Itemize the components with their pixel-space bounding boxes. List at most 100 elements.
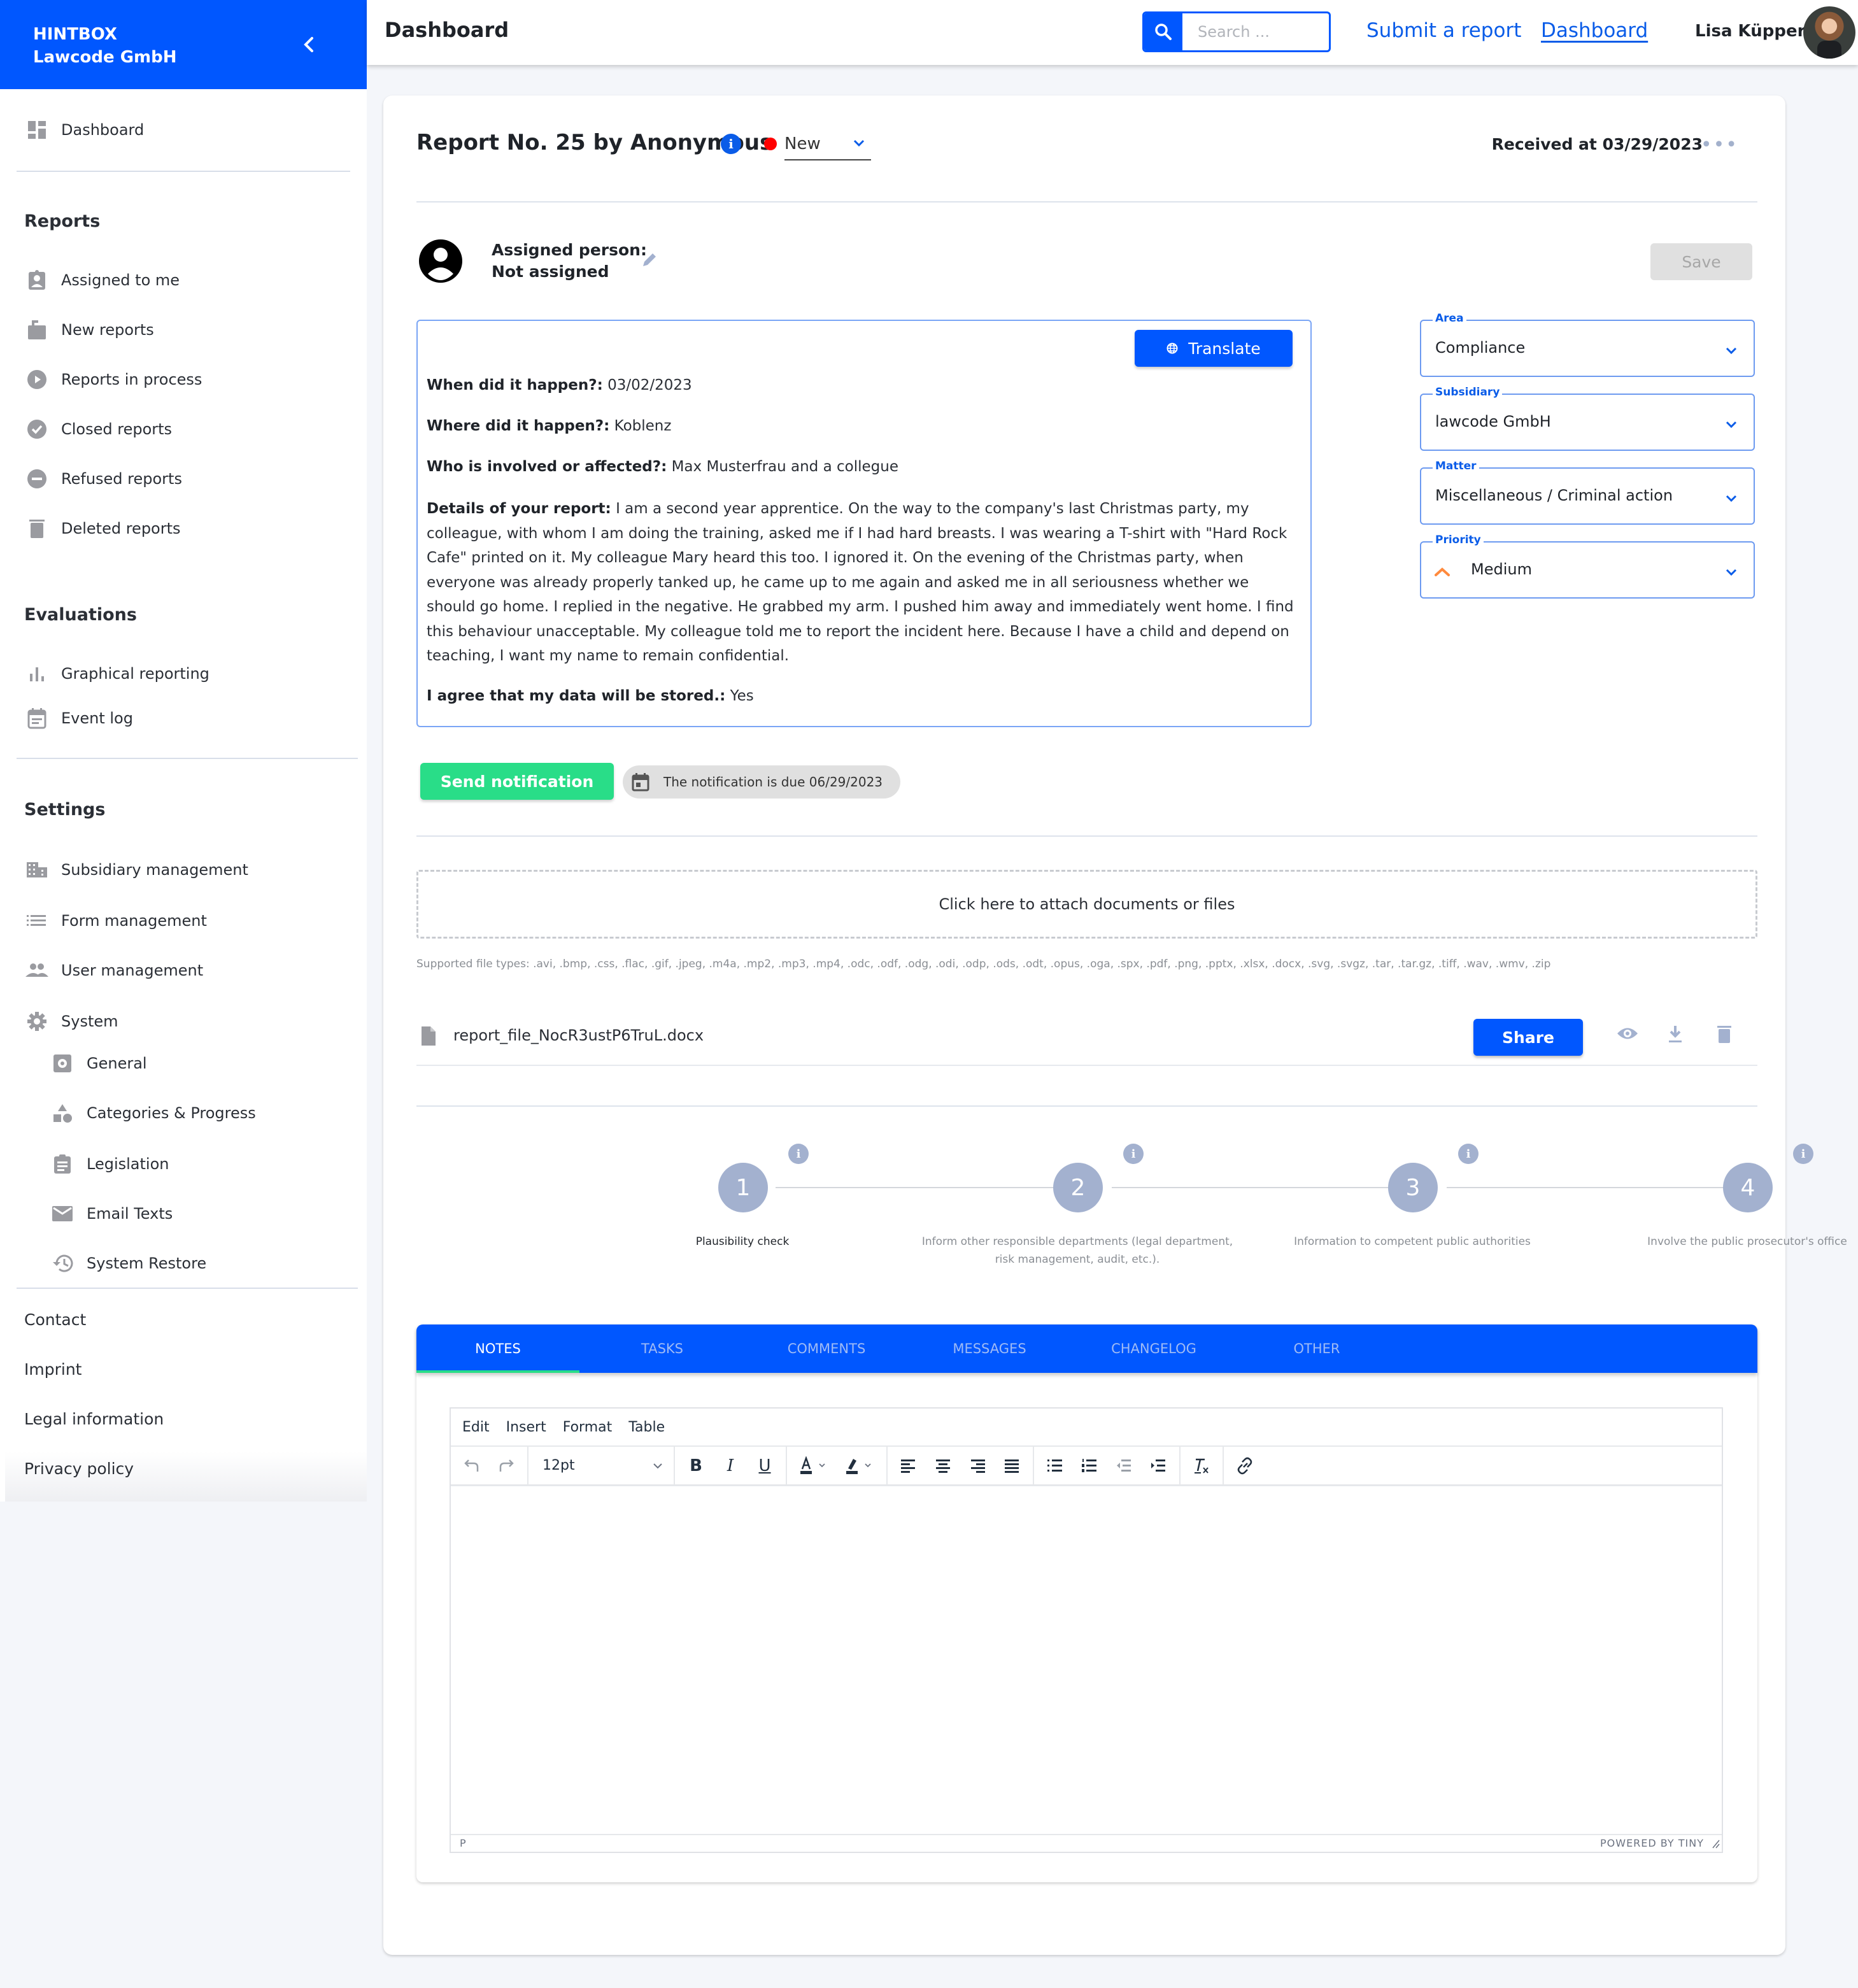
info-icon[interactable]: i [788, 1144, 809, 1164]
font-size-select[interactable]: 12pt [532, 1449, 670, 1483]
tab-other[interactable]: OTHER [1235, 1324, 1398, 1373]
send-notification-button[interactable]: Send notification [420, 763, 614, 800]
dashboard-link[interactable]: Dashboard [1541, 19, 1648, 42]
sidebar: HINTBOX Lawcode GmbH Dashboard Reports A… [0, 0, 367, 1502]
avatar[interactable] [1803, 6, 1855, 59]
align-left-button[interactable] [891, 1449, 926, 1483]
sidebar-item-system-restore[interactable]: System Restore [50, 1248, 206, 1279]
tab-changelog[interactable]: CHANGELOG [1072, 1324, 1235, 1373]
numbered-list-button[interactable] [1072, 1449, 1107, 1483]
search-button[interactable] [1144, 13, 1182, 50]
sidebar-item-refused-reports[interactable]: Refused reports [24, 464, 182, 494]
download-icon[interactable] [1666, 1024, 1685, 1044]
answer-when: When did it happen?: 03/02/2023 [427, 373, 1299, 398]
file-name[interactable]: report_file_NocR3ustP6TruL.docx [453, 1026, 704, 1044]
indent-button[interactable] [1141, 1449, 1175, 1483]
more-options-icon[interactable]: ••• [1701, 134, 1738, 156]
info-icon[interactable]: i [721, 134, 741, 154]
edit-pencil-icon[interactable] [641, 251, 658, 269]
attach-files-dropzone[interactable]: Click here to attach documents or files [416, 870, 1757, 939]
eye-icon[interactable] [1616, 1024, 1639, 1043]
search-box [1142, 11, 1331, 52]
sidebar-item-label: Refused reports [61, 470, 182, 488]
brand: HINTBOX Lawcode GmbH [33, 23, 177, 69]
underline-button[interactable]: U [748, 1449, 782, 1483]
footer-link-imprint[interactable]: Imprint [24, 1360, 82, 1379]
divider [416, 835, 1757, 837]
save-button[interactable]: Save [1650, 243, 1752, 280]
sidebar-item-dashboard[interactable]: Dashboard [24, 115, 144, 145]
undo-button[interactable] [455, 1449, 489, 1483]
translate-button[interactable]: Translate [1135, 330, 1293, 367]
sidebar-item-reports-in-process[interactable]: Reports in process [24, 364, 202, 395]
outdent-button[interactable] [1107, 1449, 1141, 1483]
align-center-button[interactable] [926, 1449, 960, 1483]
info-icon[interactable]: i [1458, 1144, 1479, 1164]
priority-select[interactable]: Priority Medium [1420, 534, 1755, 599]
submit-report-link[interactable]: Submit a report [1366, 19, 1521, 42]
sidebar-item-general[interactable]: General [50, 1048, 147, 1079]
field-value: Medium [1471, 560, 1532, 578]
highlight-color-button[interactable] [837, 1449, 883, 1483]
footer-link-privacy-policy[interactable]: Privacy policy [24, 1459, 134, 1478]
matter-select[interactable]: Matter Miscellaneous / Criminal action [1420, 460, 1755, 525]
menu-insert[interactable]: Insert [506, 1419, 546, 1435]
sidebar-item-subsidiary-management[interactable]: Subsidiary management [24, 855, 248, 885]
sidebar-item-event-log[interactable]: Event log [24, 703, 133, 734]
sidebar-item-system[interactable]: System [24, 1006, 118, 1037]
tab-tasks[interactable]: TASKS [581, 1324, 744, 1373]
powered-by[interactable]: POWERED BY TINY [1600, 1837, 1704, 1849]
tab-messages[interactable]: MESSAGES [908, 1324, 1071, 1373]
clear-formatting-icon [1195, 1458, 1209, 1473]
status-select[interactable]: New [764, 129, 871, 160]
tab-comments[interactable]: COMMENTS [745, 1324, 908, 1373]
bullet-list-button[interactable] [1038, 1449, 1072, 1483]
step-label: Information to competent public authorit… [1294, 1235, 1531, 1248]
sidebar-item-user-management[interactable]: User management [24, 955, 203, 986]
share-button[interactable]: Share [1473, 1019, 1583, 1056]
sidebar-item-legislation[interactable]: Legislation [50, 1149, 169, 1179]
text-color-icon [800, 1456, 825, 1474]
sidebar-item-new-reports[interactable]: New reports [24, 315, 154, 345]
menu-table[interactable]: Table [628, 1419, 665, 1435]
italic-button[interactable]: I [713, 1449, 748, 1483]
clear-formatting-button[interactable] [1184, 1449, 1219, 1483]
trash-icon[interactable] [1715, 1024, 1733, 1044]
file-row: report_file_NocR3ustP6TruL.docx Share [416, 1015, 1757, 1066]
align-right-icon [971, 1459, 985, 1473]
insert-link-button[interactable] [1228, 1449, 1262, 1483]
sidebar-item-label: Reports in process [61, 371, 202, 388]
search-input[interactable] [1182, 13, 1323, 50]
footer-link-legal-information[interactable]: Legal information [24, 1410, 164, 1428]
align-justify-button[interactable] [995, 1449, 1029, 1483]
answer: 03/02/2023 [607, 377, 692, 394]
sidebar-item-form-management[interactable]: Form management [24, 905, 207, 936]
sidebar-item-graphical-reporting[interactable]: Graphical reporting [24, 658, 209, 689]
field-value: Compliance [1435, 339, 1526, 357]
info-icon[interactable]: i [1123, 1144, 1144, 1164]
resize-handle-icon[interactable] [1710, 1838, 1720, 1849]
top-bar: Dashboard Submit a report Dashboard Lisa… [367, 0, 1858, 65]
sidebar-item-deleted-reports[interactable]: Deleted reports [24, 513, 181, 544]
sidebar-item-email-texts[interactable]: Email Texts [50, 1198, 173, 1229]
area-select[interactable]: Area Compliance [1420, 312, 1755, 377]
subsidiary-select[interactable]: Subsidiary lawcode GmbH [1420, 386, 1755, 451]
user-name[interactable]: Lisa Küppers [1695, 22, 1815, 41]
text-color-button[interactable] [791, 1449, 837, 1483]
sidebar-item-assigned-to-me[interactable]: Assigned to me [24, 265, 180, 295]
tab-notes[interactable]: NOTES [416, 1324, 579, 1373]
info-icon[interactable]: i [1793, 1144, 1813, 1164]
menu-edit[interactable]: Edit [462, 1419, 490, 1435]
answer-where: Where did it happen?: Koblenz [427, 414, 1299, 439]
sidebar-item-categories-progress[interactable]: Categories & Progress [50, 1098, 256, 1128]
notes-text-area[interactable] [451, 1488, 1722, 1835]
sidebar-item-closed-reports[interactable]: Closed reports [24, 414, 172, 444]
redo-button[interactable] [489, 1449, 523, 1483]
menu-format[interactable]: Format [563, 1419, 613, 1435]
footer-link-contact[interactable]: Contact [24, 1310, 86, 1329]
field-value: lawcode GmbH [1435, 413, 1551, 430]
outdent-icon [1117, 1459, 1131, 1472]
align-right-button[interactable] [960, 1449, 995, 1483]
bold-button[interactable]: B [679, 1449, 713, 1483]
collapse-sidebar-button[interactable] [299, 33, 318, 56]
